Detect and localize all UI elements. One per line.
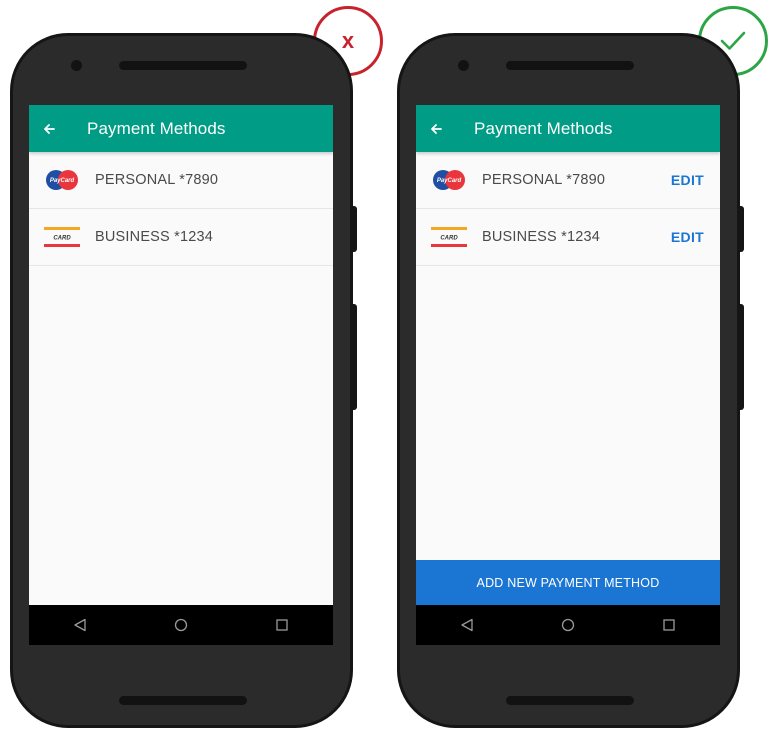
phone-incorrect: Payment Methods PayCard PERSONAL *7890 C… [10, 33, 357, 728]
paycard-icon: PayCard [431, 169, 467, 191]
payment-method-label: BUSINESS *1234 [482, 229, 601, 245]
front-camera [71, 60, 82, 71]
home-circle-icon[interactable] [169, 613, 193, 637]
payment-method-label: PERSONAL *7890 [95, 172, 219, 188]
app-bar: Payment Methods [29, 105, 333, 152]
page-title: Payment Methods [87, 118, 226, 138]
top-speaker [119, 61, 247, 70]
phone-correct: Payment Methods PayCard PERSONAL *7890 E… [397, 33, 744, 728]
card-logo-text: CARD [53, 236, 71, 242]
card-icon: CARD [431, 226, 467, 248]
add-payment-method-button[interactable]: ADD NEW PAYMENT METHOD [416, 560, 720, 605]
front-camera [458, 60, 469, 71]
bottom-speaker [506, 696, 634, 705]
paycard-logo-text: PayCard [437, 178, 462, 184]
back-triangle-icon[interactable] [455, 613, 479, 637]
edit-button[interactable]: EDIT [671, 172, 704, 188]
page-title: Payment Methods [474, 118, 613, 138]
home-circle-icon[interactable] [556, 613, 580, 637]
payment-method-row-business[interactable]: CARD BUSINESS *1234 EDIT [416, 209, 720, 266]
system-nav-bar [416, 605, 720, 645]
volume-button [352, 206, 357, 252]
recents-square-icon[interactable] [270, 613, 294, 637]
top-speaker [506, 61, 634, 70]
back-triangle-icon[interactable] [68, 613, 92, 637]
power-button [352, 304, 357, 410]
card-icon: CARD [44, 226, 80, 248]
phone-screen: Payment Methods PayCard PERSONAL *7890 C… [29, 105, 333, 645]
power-button [739, 304, 744, 410]
back-arrow-icon[interactable] [430, 123, 446, 135]
edit-button[interactable]: EDIT [671, 229, 704, 245]
back-arrow-icon[interactable] [43, 123, 59, 135]
payment-method-row-personal[interactable]: PayCard PERSONAL *7890 EDIT [416, 152, 720, 209]
paycard-logo-text: PayCard [50, 178, 75, 184]
phone-screen: Payment Methods PayCard PERSONAL *7890 E… [416, 105, 720, 645]
payment-method-row-personal[interactable]: PayCard PERSONAL *7890 [29, 152, 333, 209]
system-nav-bar [29, 605, 333, 645]
app-bar: Payment Methods [416, 105, 720, 152]
volume-button [739, 206, 744, 252]
incorrect-x-mark: x [341, 28, 355, 53]
payment-method-label: BUSINESS *1234 [95, 229, 214, 245]
recents-square-icon[interactable] [657, 613, 681, 637]
bottom-speaker [119, 696, 247, 705]
payment-method-row-business[interactable]: CARD BUSINESS *1234 [29, 209, 333, 266]
payment-method-label: PERSONAL *7890 [482, 172, 606, 188]
paycard-icon: PayCard [44, 169, 80, 191]
card-logo-text: CARD [440, 236, 458, 242]
